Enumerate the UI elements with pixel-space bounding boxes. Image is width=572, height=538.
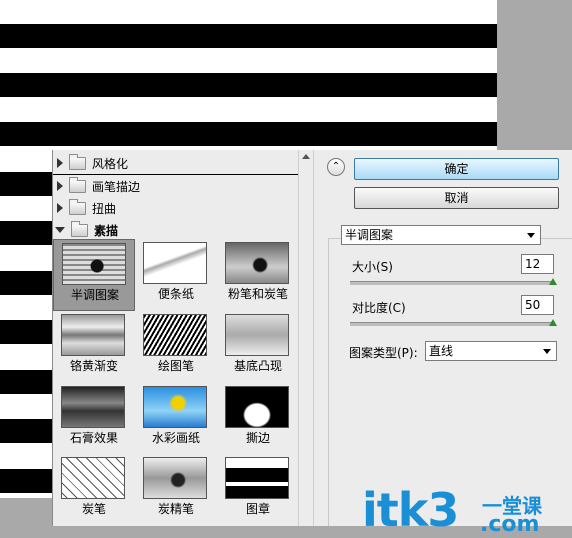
ok-button[interactable]: 确定: [354, 158, 559, 180]
collapse-arrow-icon[interactable]: [55, 227, 65, 233]
filter-label: 撕边: [245, 431, 270, 445]
filter-thumb-charcoal[interactable]: 炭笔: [53, 454, 135, 526]
size-slider-knob[interactable]: [549, 278, 557, 285]
filter-preview-image: [143, 242, 207, 284]
filter-label: 基底凸现: [233, 359, 282, 373]
expand-arrow-icon[interactable]: [57, 203, 63, 213]
filter-select[interactable]: 半调图案: [341, 225, 541, 245]
filter-select-value: 半调图案: [345, 228, 394, 242]
filter-preview-image: [61, 457, 125, 499]
expand-arrow-icon[interactable]: [57, 181, 63, 191]
filter-preview-image: [143, 314, 207, 356]
filter-label: 绘图笔: [157, 359, 194, 373]
filter-thumb-water-paper[interactable]: 水彩画纸: [135, 383, 217, 455]
preview-stripe: [0, 73, 497, 97]
filter-thumb-torn-edges[interactable]: 撕边: [217, 383, 299, 455]
size-label: 大小(S): [352, 260, 393, 274]
preview-stripe: [0, 24, 497, 48]
size-slider-track[interactable]: [350, 281, 553, 285]
contrast-slider-knob[interactable]: [549, 319, 557, 326]
filter-thumb-stamp[interactable]: 图章: [217, 454, 299, 526]
filter-label: 石膏效果: [69, 431, 118, 445]
filter-preview-image: [225, 457, 289, 499]
category-sketch[interactable]: 素描: [53, 219, 299, 241]
chevron-down-icon: [543, 349, 551, 354]
contrast-label: 对比度(C): [352, 301, 406, 315]
filter-label: 炭精笔: [157, 502, 194, 516]
filter-preview-image: [143, 386, 207, 428]
folder-icon: [69, 153, 86, 170]
filter-thumb-note-paper[interactable]: 便条纸: [135, 239, 217, 311]
watermark-logo: itk3 一堂课 .com: [362, 482, 572, 538]
filter-label: 炭笔: [81, 502, 106, 516]
filter-preview-image: [62, 243, 126, 285]
filter-thumb-plaster[interactable]: 石膏效果: [53, 383, 135, 455]
contrast-slider-track[interactable]: [350, 322, 553, 326]
folder-icon: [69, 176, 86, 193]
cancel-button[interactable]: 取消: [354, 187, 559, 209]
watermark-main: itk3: [362, 483, 459, 537]
filter-preview-image: [61, 314, 125, 356]
folder-icon: [69, 198, 86, 215]
filter-preview-image: [225, 386, 289, 428]
filter-label: 图章: [245, 502, 270, 516]
expand-arrow-icon[interactable]: [57, 158, 63, 168]
filter-label: 半调图案: [70, 288, 119, 302]
category-label: 画笔描边: [92, 179, 141, 194]
gallery-scrollbar[interactable]: [298, 150, 314, 526]
watermark-com: .com: [480, 512, 540, 537]
filter-thumb-graphic-pen[interactable]: 绘图笔: [135, 311, 217, 383]
pattern-type-value: 直线: [429, 344, 454, 358]
filter-label: 铬黄渐变: [69, 359, 118, 373]
category-stylize[interactable]: 风格化: [53, 152, 299, 175]
filter-thumb-bas-relief[interactable]: 基底凸现: [217, 311, 299, 383]
filter-thumb-conte-crayon[interactable]: 炭精笔: [135, 454, 217, 526]
scroll-up-arrow-icon[interactable]: [302, 154, 310, 159]
chevron-down-icon: [527, 233, 535, 238]
category-brush-strokes[interactable]: 画笔描边: [53, 175, 299, 198]
filter-preview-image: [225, 314, 289, 356]
filter-label: 粉笔和炭笔: [227, 287, 288, 301]
size-input[interactable]: 12: [521, 254, 554, 274]
contrast-input[interactable]: 50: [521, 295, 554, 315]
category-label: 风格化: [92, 156, 129, 171]
preview-stripe: [0, 122, 497, 146]
filter-preview-image: [225, 242, 289, 284]
category-distort[interactable]: 扭曲: [53, 197, 299, 220]
filter-gallery: 风格化 画笔描边 扭曲 素描 半调图案 便条纸 粉笔和炭笔 铬黄渐变 绘图笔 基…: [52, 150, 299, 526]
category-label: 素描: [94, 223, 119, 238]
filter-thumb-halftone[interactable]: 半调图案: [53, 239, 135, 311]
filter-label: 水彩画纸: [151, 431, 200, 445]
pattern-type-label: 图案类型(P):: [349, 346, 418, 360]
folder-open-icon: [71, 220, 88, 237]
filter-preview-image: [143, 457, 207, 499]
filter-thumb-chrome[interactable]: 铬黄渐变: [53, 311, 135, 383]
filter-thumb-chalk-charcoal[interactable]: 粉笔和炭笔: [217, 239, 299, 311]
category-label: 扭曲: [92, 201, 117, 216]
canvas-background: [497, 0, 572, 150]
collapse-gallery-button[interactable]: ⌃: [327, 158, 345, 176]
pattern-type-select[interactable]: 直线: [425, 341, 557, 361]
filter-preview-image: [61, 386, 125, 428]
filter-label: 便条纸: [157, 287, 194, 301]
